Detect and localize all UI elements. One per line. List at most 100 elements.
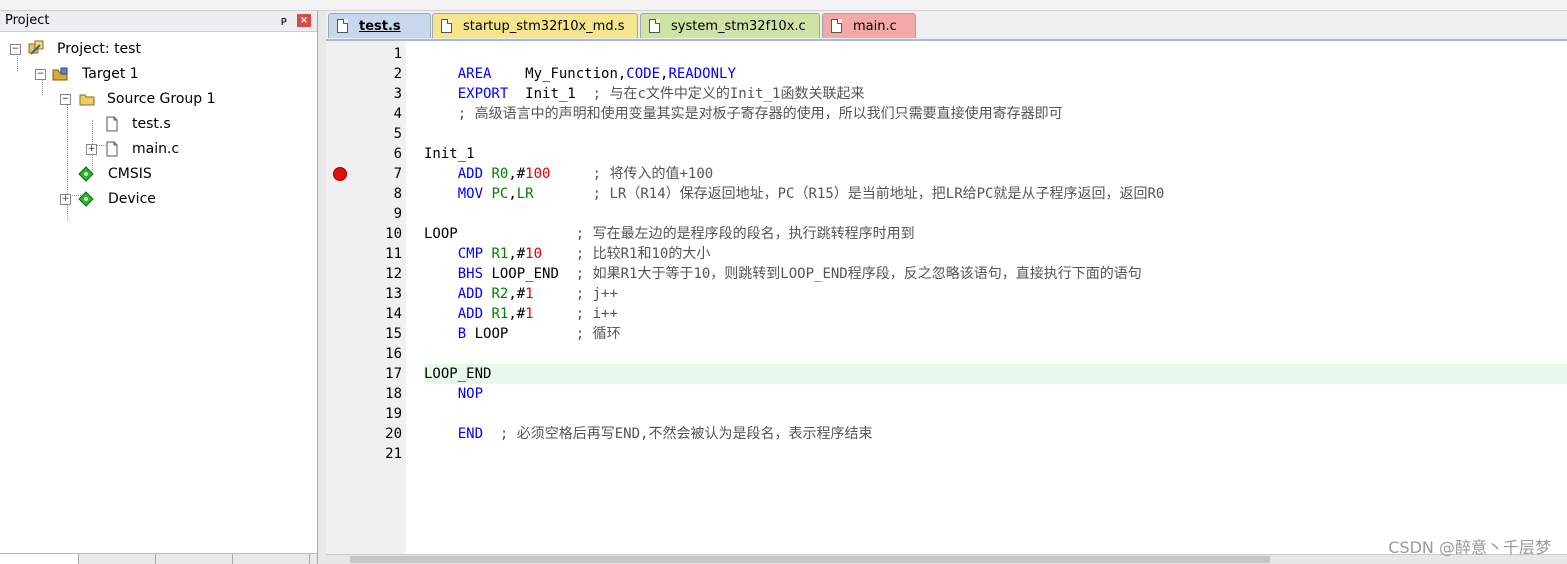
expand-icon[interactable]: + — [60, 194, 71, 205]
code-line[interactable] — [424, 204, 1567, 224]
editor-panel: test.s startup_stm32f10x_md.s system_stm… — [326, 11, 1567, 564]
file-icon — [106, 141, 118, 157]
tree-label: Project: test — [57, 41, 141, 57]
folder-icon — [79, 94, 95, 106]
tree-label: Device — [108, 191, 156, 207]
line-number: 10 — [385, 226, 402, 242]
panel-splitter[interactable] — [318, 11, 326, 564]
line-number: 4 — [393, 106, 402, 122]
tree-item-device[interactable]: + Device — [60, 188, 300, 210]
line-number: 14 — [385, 306, 402, 322]
file-icon — [649, 19, 660, 33]
tree-item-main-c[interactable]: + main.c — [86, 138, 306, 160]
line-number: 3 — [393, 86, 402, 102]
line-number: 13 — [385, 286, 402, 302]
tab-label: system_stm32f10x.c — [671, 19, 806, 34]
code-text: BHS LOOP_END ; 如果R1大于等于10，则跳转到LOOP_END程序… — [457, 266, 1142, 282]
code-text: B LOOP ; 循环 — [457, 326, 621, 342]
tree-item-cmsis[interactable]: CMSIS — [78, 163, 298, 185]
line-number: 1 — [393, 46, 402, 62]
tab-project[interactable] — [0, 554, 79, 564]
code-text: LOOP ; 写在最左边的是程序段的段名，执行跳转程序时用到 — [424, 226, 915, 242]
collapse-icon[interactable]: − — [60, 94, 71, 105]
code-text: NOP — [457, 386, 484, 402]
code-line[interactable] — [424, 44, 1567, 64]
tab-test-s[interactable]: test.s — [328, 13, 431, 38]
code-text: AREA My_Function,CODE,READONLY — [457, 66, 736, 82]
code-line[interactable] — [424, 344, 1567, 364]
code-text: END ; 必须空格后再写END,不然会被认为是段名，表示程序结束 — [457, 426, 873, 442]
breakpoint-icon[interactable] — [333, 167, 347, 181]
tree-label: Source Group 1 — [107, 91, 216, 107]
code-line[interactable] — [424, 384, 1567, 404]
file-icon — [106, 116, 118, 132]
tree-item-source-group[interactable]: − Source Group 1 — [60, 88, 310, 110]
code-text: ; 高级语言中的声明和使用变量其实是对板子寄存器的使用，所以我们只需要直接使用寄… — [457, 106, 1063, 122]
code-text: ADD R0,#100 ; 将传入的值+100 — [457, 166, 714, 182]
code-text: EXPORT Init_1 ; 与在c文件中定义的Init_1函数关联起来 — [457, 86, 865, 102]
code-line[interactable] — [424, 404, 1567, 424]
horizontal-scrollbar[interactable] — [326, 554, 1567, 564]
project-icon — [28, 40, 44, 55]
tab-main-c[interactable]: main.c — [822, 13, 916, 38]
watermark: CSDN @醉意丶千层梦 — [1388, 538, 1551, 557]
line-number: 16 — [385, 346, 402, 362]
collapse-icon[interactable]: − — [35, 69, 46, 80]
target-icon — [52, 67, 68, 81]
component-icon — [78, 166, 94, 182]
code-text: CMP R1,#10 ; 比较R1和10的大小 — [457, 246, 711, 262]
editor-tabs: test.s startup_stm32f10x_md.s system_stm… — [326, 11, 1567, 41]
code-line[interactable] — [424, 144, 1567, 164]
tab-startup[interactable]: startup_stm32f10x_md.s — [432, 13, 638, 38]
tree-item-project[interactable]: − Project: test — [10, 38, 310, 60]
tree-item-test-s[interactable]: test.s — [104, 113, 304, 135]
line-number: 19 — [385, 406, 402, 422]
line-number: 5 — [393, 126, 402, 142]
line-number: 20 — [385, 426, 402, 442]
collapse-icon[interactable]: − — [10, 44, 21, 55]
code-line[interactable] — [424, 364, 1567, 384]
tab-templates[interactable] — [233, 554, 310, 564]
tree-item-target[interactable]: − Target 1 — [35, 63, 305, 85]
code-text: ADD R1,#1 ; i++ — [457, 306, 618, 322]
tab-label: main.c — [853, 19, 897, 34]
line-number: 9 — [393, 206, 402, 222]
code-editor[interactable]: 12 AREA My_Function,CODE,READONLY 3 EXPOR… — [326, 41, 1567, 555]
code-text: ADD R2,#1 ; j++ — [457, 286, 618, 302]
project-panel: Project ᴘ × − Project: test − Target 1 −… — [0, 11, 318, 564]
toolbar-strip — [0, 0, 1567, 11]
file-icon — [337, 19, 348, 33]
line-number: 6 — [393, 146, 402, 162]
code-line[interactable] — [424, 124, 1567, 144]
tab-label: test.s — [359, 19, 401, 34]
close-icon[interactable]: × — [297, 14, 311, 27]
line-number: 11 — [385, 246, 402, 262]
scrollbar-thumb[interactable] — [350, 556, 1270, 563]
tab-system[interactable]: system_stm32f10x.c — [640, 13, 820, 38]
tab-functions[interactable] — [156, 554, 233, 564]
pin-icon[interactable]: ᴘ — [281, 11, 287, 31]
code-text: Init_1 — [424, 146, 475, 162]
line-number: 21 — [385, 446, 402, 462]
line-number: 12 — [385, 266, 402, 282]
tree-label: main.c — [132, 141, 180, 157]
code-line[interactable] — [424, 444, 1567, 464]
component-icon — [78, 191, 94, 207]
tab-label: startup_stm32f10x_md.s — [463, 19, 625, 34]
line-number: 18 — [385, 386, 402, 402]
line-number: 17 — [385, 366, 402, 382]
project-bottom-tabs — [0, 553, 317, 564]
tree-label: test.s — [132, 116, 171, 132]
line-number: 2 — [393, 66, 402, 82]
code-text: LOOP_END — [424, 366, 492, 382]
tree-label: Target 1 — [82, 66, 139, 82]
tree-label: CMSIS — [108, 166, 152, 182]
project-panel-header: Project ᴘ × — [0, 11, 317, 32]
line-number: 8 — [393, 186, 402, 202]
file-icon — [441, 19, 452, 33]
line-number: 15 — [385, 326, 402, 342]
expand-icon[interactable]: + — [86, 144, 97, 155]
code-text: MOV PC,LR ; LR（R14）保存返回地址，PC（R15）是当前地址，把… — [457, 186, 1165, 202]
project-panel-title: Project — [5, 13, 50, 28]
tab-books[interactable] — [79, 554, 156, 564]
